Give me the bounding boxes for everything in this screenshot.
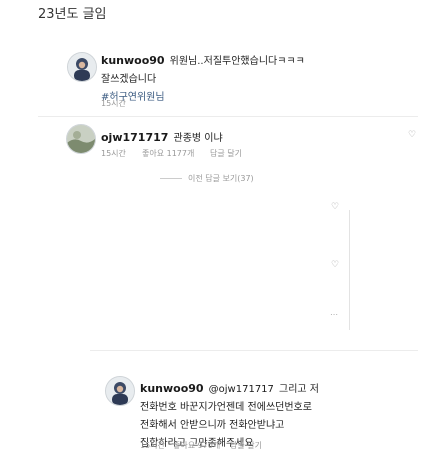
- view-previous-replies[interactable]: 이전 답글 보기(37): [160, 173, 254, 184]
- likes-count[interactable]: 좋아요 1177개: [142, 148, 194, 159]
- comment-text: 위원님..저질투안했습니다ㅋㅋㅋ: [169, 56, 305, 67]
- view-previous-label: 이전 답글 보기(37): [188, 174, 254, 183]
- comment-time: 15시간: [101, 149, 126, 158]
- more-dots-icon[interactable]: ⋯: [330, 310, 339, 319]
- comment-body: kunwoo90 위원님..저질투안했습니다ㅋㅋㅋ 잘쓰겠습니다 #허구연위원님: [101, 51, 421, 105]
- comment-username[interactable]: kunwoo90: [140, 382, 204, 395]
- heart-icon[interactable]: ♡: [408, 130, 416, 140]
- comment-time: 15시간: [101, 99, 126, 108]
- heart-icon[interactable]: ♡: [331, 202, 339, 212]
- heart-icon[interactable]: ♡: [331, 260, 339, 270]
- comment-username[interactable]: kunwoo90: [101, 54, 165, 67]
- avatar[interactable]: [66, 124, 96, 154]
- divider: [38, 116, 418, 117]
- comment-text-line2: 잘쓰겠습니다: [101, 74, 157, 85]
- avatar[interactable]: [105, 376, 135, 406]
- scroll-edge: [349, 210, 350, 330]
- avatar-image: [67, 125, 95, 153]
- reply-button[interactable]: 답글 달기: [230, 440, 262, 451]
- comment-text: 그리고 저: [279, 384, 319, 395]
- mention-link[interactable]: @ojw171717: [209, 384, 274, 395]
- avatar-image: [68, 53, 96, 81]
- comment-text-line2: 전화번호 바꾼지가언젠데 전에쓰던번호로: [140, 402, 312, 413]
- comment-text-line3: 전화해서 안받으니까 전화안받냐고: [140, 420, 285, 431]
- page-title: 23년도 글임: [38, 7, 107, 22]
- reply-button[interactable]: 답글 달기: [210, 148, 242, 159]
- likes-count[interactable]: 좋아요 970개: [173, 440, 220, 451]
- avatar[interactable]: [67, 52, 97, 82]
- comment-time: 15시간: [140, 441, 165, 450]
- comment-username[interactable]: ojw171717: [101, 131, 168, 144]
- divider: [90, 350, 418, 351]
- reply-divider-line: [160, 178, 182, 179]
- comment-body: ojw171717 관종병 이냐: [101, 128, 223, 146]
- avatar-image: [106, 377, 134, 405]
- comment-text: 관종병 이냐: [173, 133, 223, 144]
